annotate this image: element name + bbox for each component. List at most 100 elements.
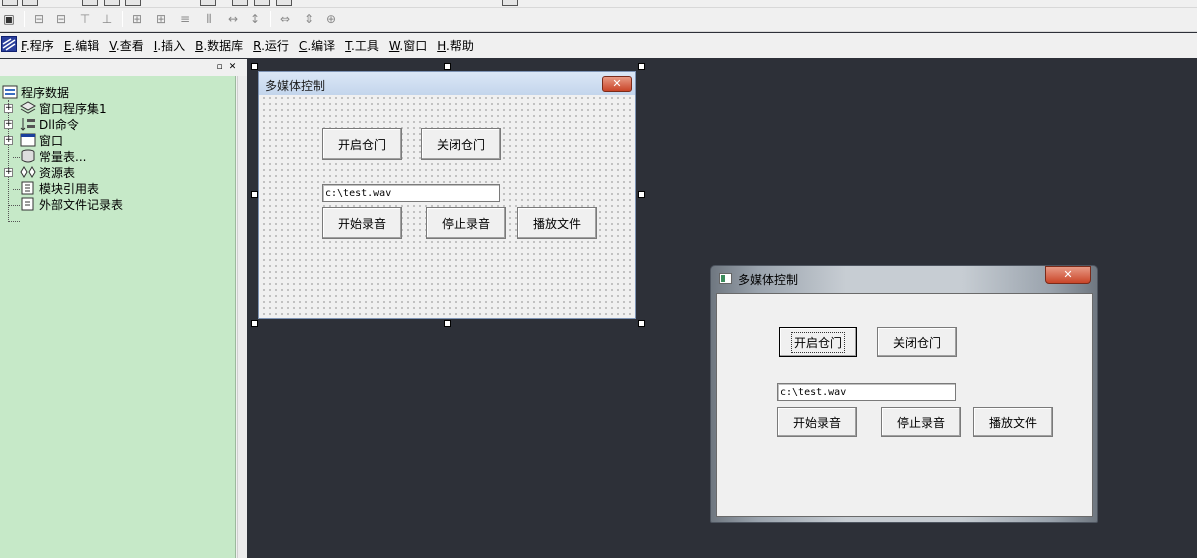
resize-handle[interactable] — [444, 320, 451, 327]
alignment-toolbar: ▣ ⊟ ⊟ ⊤ ⊥ ⊞ ⊞ ≡ ⫴ ↔ ↕ ⇔ ⇕ ⊕ — [0, 8, 1197, 32]
align-right-icon[interactable]: ⊟ — [52, 10, 70, 28]
align-bottom-icon[interactable]: ⊥ — [98, 10, 116, 28]
stop-record-button[interactable]: 停止录音 — [426, 207, 506, 239]
center-horizontal-icon[interactable]: ⊞ — [128, 10, 146, 28]
file-path-field[interactable] — [322, 184, 500, 202]
same-width-icon[interactable]: ≡ — [176, 10, 194, 28]
toolbar-separator — [24, 11, 25, 27]
resize-handle[interactable] — [638, 320, 645, 327]
menu-window[interactable]: W.窗口 — [389, 37, 427, 54]
panel-splitter[interactable] — [237, 76, 247, 558]
paste-icon[interactable] — [125, 0, 141, 6]
new-file-icon[interactable] — [2, 0, 18, 6]
window-layout-icon[interactable] — [232, 0, 248, 6]
window-layout3-icon[interactable] — [276, 0, 292, 6]
menu-run[interactable]: R.运行 — [253, 37, 289, 54]
open-door-button-label: 开启仓门 — [790, 331, 845, 353]
space-horizontal-icon[interactable]: ↔ — [224, 10, 242, 28]
running-window: 多媒体控制 ✕ 开启仓门 关闭仓门 开始录音 停止录音 播放文件 — [710, 265, 1098, 523]
tree-item-window[interactable]: 窗口 — [20, 132, 63, 148]
width-icon[interactable]: ⇔ — [276, 10, 294, 28]
tree-item-label: 窗口程序集1 — [39, 101, 107, 116]
resource-icon — [20, 165, 36, 179]
stop-record-button[interactable]: 停止录音 — [881, 407, 961, 437]
tree-item-resources[interactable]: 资源表 — [20, 164, 75, 180]
program-tree: 程序数据 + 窗口程序集1 + Dll命令 + 窗口 常量表... + 资源表 … — [0, 76, 236, 558]
center-vertical-icon[interactable]: ⊞ — [152, 10, 170, 28]
tree-root-label: 程序数据 — [21, 85, 70, 100]
tree-connector — [8, 221, 20, 222]
close-icon[interactable]: ✕ — [602, 76, 632, 92]
same-height-icon[interactable]: ⫴ — [200, 10, 218, 28]
design-form-titlebar: 多媒体控制 ✕ — [259, 72, 635, 95]
play-file-button[interactable]: 播放文件 — [517, 207, 597, 239]
tree-item-external-files[interactable]: 外部文件记录表 — [20, 196, 123, 212]
resize-handle[interactable] — [251, 63, 258, 70]
tree-item-label: Dll命令 — [39, 117, 79, 132]
open-door-button[interactable]: 开启仓门 — [779, 327, 857, 357]
file-record-icon — [20, 197, 36, 211]
cut-icon[interactable] — [82, 0, 98, 6]
copy-icon[interactable] — [104, 0, 120, 6]
constant-icon — [20, 149, 36, 163]
expand-icon[interactable]: + — [4, 120, 13, 129]
resize-handle[interactable] — [638, 191, 645, 198]
module-icon — [20, 101, 36, 115]
run-icon[interactable] — [502, 0, 518, 6]
close-icon[interactable]: ✕ — [1045, 266, 1091, 284]
play-file-button[interactable]: 播放文件 — [973, 407, 1053, 437]
menu-view[interactable]: V.查看 — [109, 37, 144, 54]
resize-handle[interactable] — [251, 191, 258, 198]
tree-item-dll[interactable]: Dll命令 — [20, 116, 79, 132]
open-door-button[interactable]: 开启仓门 — [322, 128, 402, 160]
menu-program[interactable]: F.程序 — [21, 37, 54, 54]
space-vertical-icon[interactable]: ↕ — [246, 10, 264, 28]
expand-icon[interactable]: + — [4, 104, 13, 113]
resize-handle[interactable] — [638, 63, 645, 70]
menu-tools[interactable]: T.工具 — [345, 37, 379, 54]
tree-root[interactable]: 程序数据 — [2, 84, 69, 100]
size-icon[interactable]: ⊕ — [322, 10, 340, 28]
tree-connector — [8, 205, 20, 206]
tree-connector — [13, 189, 20, 190]
panel-restore-icon[interactable]: ▫ — [214, 62, 225, 73]
toolbar-separator — [270, 11, 271, 27]
close-door-button[interactable]: 关闭仓门 — [877, 327, 957, 357]
tree-item-constants[interactable]: 常量表... — [20, 148, 86, 164]
tree-connector — [8, 100, 9, 220]
resize-handle[interactable] — [444, 63, 451, 70]
file-path-field[interactable] — [777, 383, 956, 401]
design-grid[interactable]: 开启仓门 关闭仓门 开始录音 停止录音 播放文件 — [261, 95, 633, 317]
align-left-icon[interactable]: ⊟ — [30, 10, 48, 28]
open-file-icon[interactable] — [22, 0, 38, 6]
panel-close-icon[interactable]: ✕ — [227, 62, 238, 73]
toolbar-separator — [122, 11, 123, 27]
form-icon[interactable]: ▣ — [0, 10, 18, 28]
find-icon[interactable] — [200, 0, 216, 6]
menu-insert[interactable]: I.插入 — [154, 37, 185, 54]
tree-item-label: 外部文件记录表 — [39, 197, 124, 212]
resize-handle[interactable] — [251, 320, 258, 327]
window-layout2-icon[interactable] — [254, 0, 270, 6]
tree-item-module-refs[interactable]: 模块引用表 — [20, 180, 99, 196]
align-top-icon[interactable]: ⊤ — [76, 10, 94, 28]
tree-item-window-module[interactable]: 窗口程序集1 — [20, 100, 107, 116]
program-data-panel: ▫ ✕ 程序数据 + 窗口程序集1 + Dll命令 + 窗口 常量表... + … — [0, 59, 247, 558]
menu-help[interactable]: H.帮助 — [437, 37, 474, 54]
height-icon[interactable]: ⇕ — [300, 10, 318, 28]
menu-edit[interactable]: E.编辑 — [64, 37, 99, 54]
tree-item-label: 资源表 — [39, 165, 76, 180]
run-window-client: 开启仓门 关闭仓门 开始录音 停止录音 播放文件 — [716, 293, 1093, 517]
run-window-title: 多媒体控制 — [738, 273, 799, 287]
window-icon — [20, 133, 36, 147]
expand-icon[interactable]: + — [4, 168, 13, 177]
menu-compile[interactable]: C.编译 — [299, 37, 335, 54]
expand-icon[interactable]: + — [4, 136, 13, 145]
start-record-button[interactable]: 开始录音 — [777, 407, 857, 437]
close-door-button[interactable]: 关闭仓门 — [421, 128, 501, 160]
menu-database[interactable]: B.数据库 — [195, 37, 243, 54]
standard-toolbar — [0, 0, 1197, 8]
start-record-button[interactable]: 开始录音 — [322, 207, 402, 239]
window-app-icon — [719, 273, 732, 284]
design-form[interactable]: 多媒体控制 ✕ 开启仓门 关闭仓门 开始录音 停止录音 播放文件 — [258, 71, 636, 319]
